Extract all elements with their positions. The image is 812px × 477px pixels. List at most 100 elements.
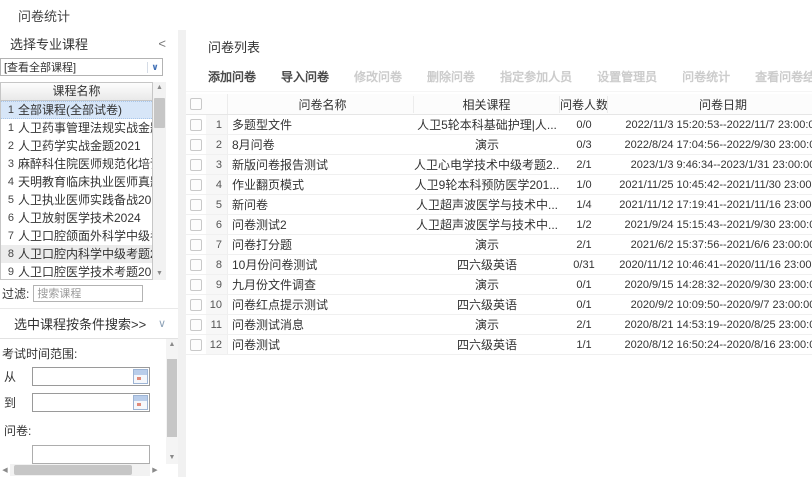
course-list-item[interactable]: 4 天明教育临床执业医师真题2024	[1, 173, 152, 191]
questionnaire-name-input[interactable]	[32, 445, 150, 464]
related-course: 四六级英语	[414, 256, 560, 273]
course-list-item[interactable]: 6 人卫放射医学技术2024	[1, 209, 152, 227]
column-header-name[interactable]: 问卷名称	[228, 96, 414, 113]
table-row[interactable]: 8 10月份问卷测试 四六级英语 0/31 2020/11/12 10:46:4…	[186, 255, 812, 275]
course-list-item[interactable]: 3 麻醉科住院医师规范化培训考试	[1, 155, 152, 173]
row-checkbox[interactable]	[190, 159, 202, 171]
course-list-item[interactable]: 1 人卫药事管理法规实战金题2021	[1, 119, 152, 137]
calendar-icon[interactable]	[133, 395, 148, 410]
row-checkbox[interactable]	[190, 219, 202, 231]
course-list-item[interactable]: 2 人卫药学实战金题2021	[1, 137, 152, 155]
scrollbar-track[interactable]	[10, 464, 150, 476]
sidebar-horizontal-scrollbar[interactable]: ◀ ▶	[0, 464, 178, 477]
course-row-name: 天明教育临床执业医师真题2024	[18, 173, 152, 191]
course-row-name: 人卫口腔内科学中级考题2024	[18, 245, 152, 263]
table-row[interactable]: 1 多题型文件 人卫5轮本科基础护理|人... 0/0 2022/11/3 15…	[186, 115, 812, 135]
table-row[interactable]: 7 问卷打分题 演示 2/1 2021/6/2 15:37:56--2021/6…	[186, 235, 812, 255]
table-row[interactable]: 5 新问卷 人卫超声波医学与技术中... 1/4 2021/11/12 17:1…	[186, 195, 812, 215]
toolbar-button[interactable]: 查看问卷结果	[755, 68, 812, 85]
participant-count: 0/1	[560, 299, 608, 311]
form-vertical-scrollbar[interactable]: ▲ ▼	[166, 339, 178, 464]
scrollbar-thumb[interactable]	[154, 98, 165, 128]
questionnaire-name: 10月份问卷测试	[228, 256, 414, 273]
scroll-up-icon[interactable]: ▲	[153, 82, 166, 94]
dropdown-arrow-icon[interactable]: ∨	[147, 62, 162, 73]
course-list-item[interactable]: 1 全部课程(全部试卷)	[1, 101, 152, 119]
row-checkbox[interactable]	[190, 339, 202, 351]
table-row[interactable]: 10 问卷红点提示测试 四六级英语 0/1 2020/9/2 10:09:50-…	[186, 295, 812, 315]
advanced-search-header[interactable]: 选中课程按条件搜索>> ∨	[0, 308, 178, 338]
table-row[interactable]: 4 作业翻页模式 人卫9轮本科预防医学201... 1/0 2021/11/25…	[186, 175, 812, 195]
table-row[interactable]: 11 问卷测试消息 演示 2/1 2020/8/21 14:53:19--202…	[186, 315, 812, 335]
advanced-search-title: 选中课程按条件搜索>>	[14, 314, 146, 333]
participant-count: 2/1	[560, 159, 608, 171]
table-row[interactable]: 3 新版问卷报告测试 人卫心电学技术中级考题2... 2/1 2023/1/3 …	[186, 155, 812, 175]
participant-count: 0/3	[560, 139, 608, 151]
course-list-item[interactable]: 5 人卫执业医师实践备战2024	[1, 191, 152, 209]
row-checkbox[interactable]	[190, 319, 202, 331]
course-list-item[interactable]: 8 人卫口腔内科学中级考题2024	[1, 245, 152, 263]
course-row-name: 全部课程(全部试卷)	[18, 101, 122, 119]
calendar-icon[interactable]	[133, 369, 148, 384]
participant-count: 1/0	[560, 179, 608, 191]
scrollbar-thumb[interactable]	[14, 465, 132, 475]
toolbar-button[interactable]: 修改问卷	[354, 68, 402, 85]
from-label: 从	[2, 368, 32, 385]
course-list-item[interactable]: 9 人卫口腔医学技术考题2024	[1, 263, 152, 280]
row-checkbox[interactable]	[190, 299, 202, 311]
select-all-checkbox[interactable]	[190, 98, 202, 110]
questionnaire-date-range: 2022/11/3 15:20:53--2022/11/7 23:00:00	[608, 119, 812, 131]
row-checkbox[interactable]	[190, 179, 202, 191]
questionnaire-name: 问卷测试消息	[228, 316, 414, 333]
toolbar-button[interactable]: 删除问卷	[427, 68, 475, 85]
to-date-input[interactable]	[32, 393, 150, 412]
scrollbar-track[interactable]	[153, 94, 166, 268]
related-course: 人卫心电学技术中级考题2...	[414, 156, 560, 173]
chevron-down-icon[interactable]: ∨	[158, 317, 166, 330]
table-row[interactable]: 2 8月问卷 演示 0/3 2022/8/24 17:04:56--2022/9…	[186, 135, 812, 155]
questionnaire-date-range: 2021/6/2 15:37:56--2021/6/6 23:00:00	[608, 239, 812, 251]
course-row-number: 1	[1, 101, 18, 119]
toolbar-button[interactable]: 指定参加人员	[500, 68, 572, 85]
column-header-count[interactable]: 问卷人数	[560, 96, 608, 113]
toolbar-button[interactable]: 导入问卷	[281, 68, 329, 85]
questionnaire-date-range: 2021/9/24 15:15:43--2021/9/30 23:00:00	[608, 219, 812, 231]
scrollbar-thumb[interactable]	[167, 359, 177, 437]
row-checkbox[interactable]	[190, 199, 202, 211]
course-filter-dropdown[interactable]: [查看全部课程] ∨	[0, 58, 163, 76]
content-area: 选择专业课程 < [查看全部课程] ∨ 课程名称 1 全部课程(全部试卷) 1 …	[0, 30, 812, 477]
row-checkbox[interactable]	[190, 139, 202, 151]
course-row-number: 3	[1, 155, 18, 173]
scroll-down-icon[interactable]: ▼	[153, 268, 166, 280]
scrollbar-track[interactable]	[166, 351, 178, 452]
row-checkbox[interactable]	[190, 279, 202, 291]
course-row-number: 4	[1, 173, 18, 191]
participant-count: 1/2	[560, 219, 608, 231]
toolbar-button[interactable]: 添加问卷	[208, 68, 256, 85]
row-checkbox[interactable]	[190, 239, 202, 251]
row-checkbox[interactable]	[190, 119, 202, 131]
scroll-left-icon[interactable]: ◀	[0, 466, 10, 474]
row-number: 7	[206, 235, 228, 254]
from-date-input[interactable]	[32, 367, 150, 386]
row-number: 12	[206, 335, 228, 354]
row-checkbox[interactable]	[190, 259, 202, 271]
scroll-right-icon[interactable]: ▶	[150, 466, 160, 474]
course-row-name: 人卫执业医师实践备战2024	[18, 191, 152, 209]
course-search-input[interactable]	[33, 285, 143, 302]
questionnaire-date-range: 2020/8/21 14:53:19--2020/8/25 23:00:00	[608, 319, 812, 331]
column-header-course[interactable]: 相关课程	[414, 96, 560, 113]
table-row[interactable]: 12 问卷测试 四六级英语 1/1 2020/8/12 16:50:24--20…	[186, 335, 812, 355]
column-header-date[interactable]: 问卷日期	[608, 96, 812, 113]
scroll-up-icon[interactable]: ▲	[169, 339, 176, 351]
course-list-vertical-scrollbar[interactable]: ▲ ▼	[153, 82, 166, 280]
scroll-down-icon[interactable]: ▼	[169, 452, 176, 464]
toolbar-button[interactable]: 设置管理员	[597, 68, 657, 85]
toolbar-button[interactable]: 问卷统计	[682, 68, 730, 85]
questionnaire-date-range: 2023/1/3 9:46:34--2023/1/31 23:00:00	[608, 159, 812, 171]
table-row[interactable]: 9 九月份文件调查 演示 0/1 2020/9/15 14:28:32--202…	[186, 275, 812, 295]
table-row[interactable]: 6 问卷测试2 人卫超声波医学与技术中... 1/2 2021/9/24 15:…	[186, 215, 812, 235]
participant-count: 1/1	[560, 339, 608, 351]
course-list-item[interactable]: 7 人卫口腔颌面外科学中级考题2024	[1, 227, 152, 245]
collapse-panel-icon[interactable]: <	[158, 36, 166, 51]
